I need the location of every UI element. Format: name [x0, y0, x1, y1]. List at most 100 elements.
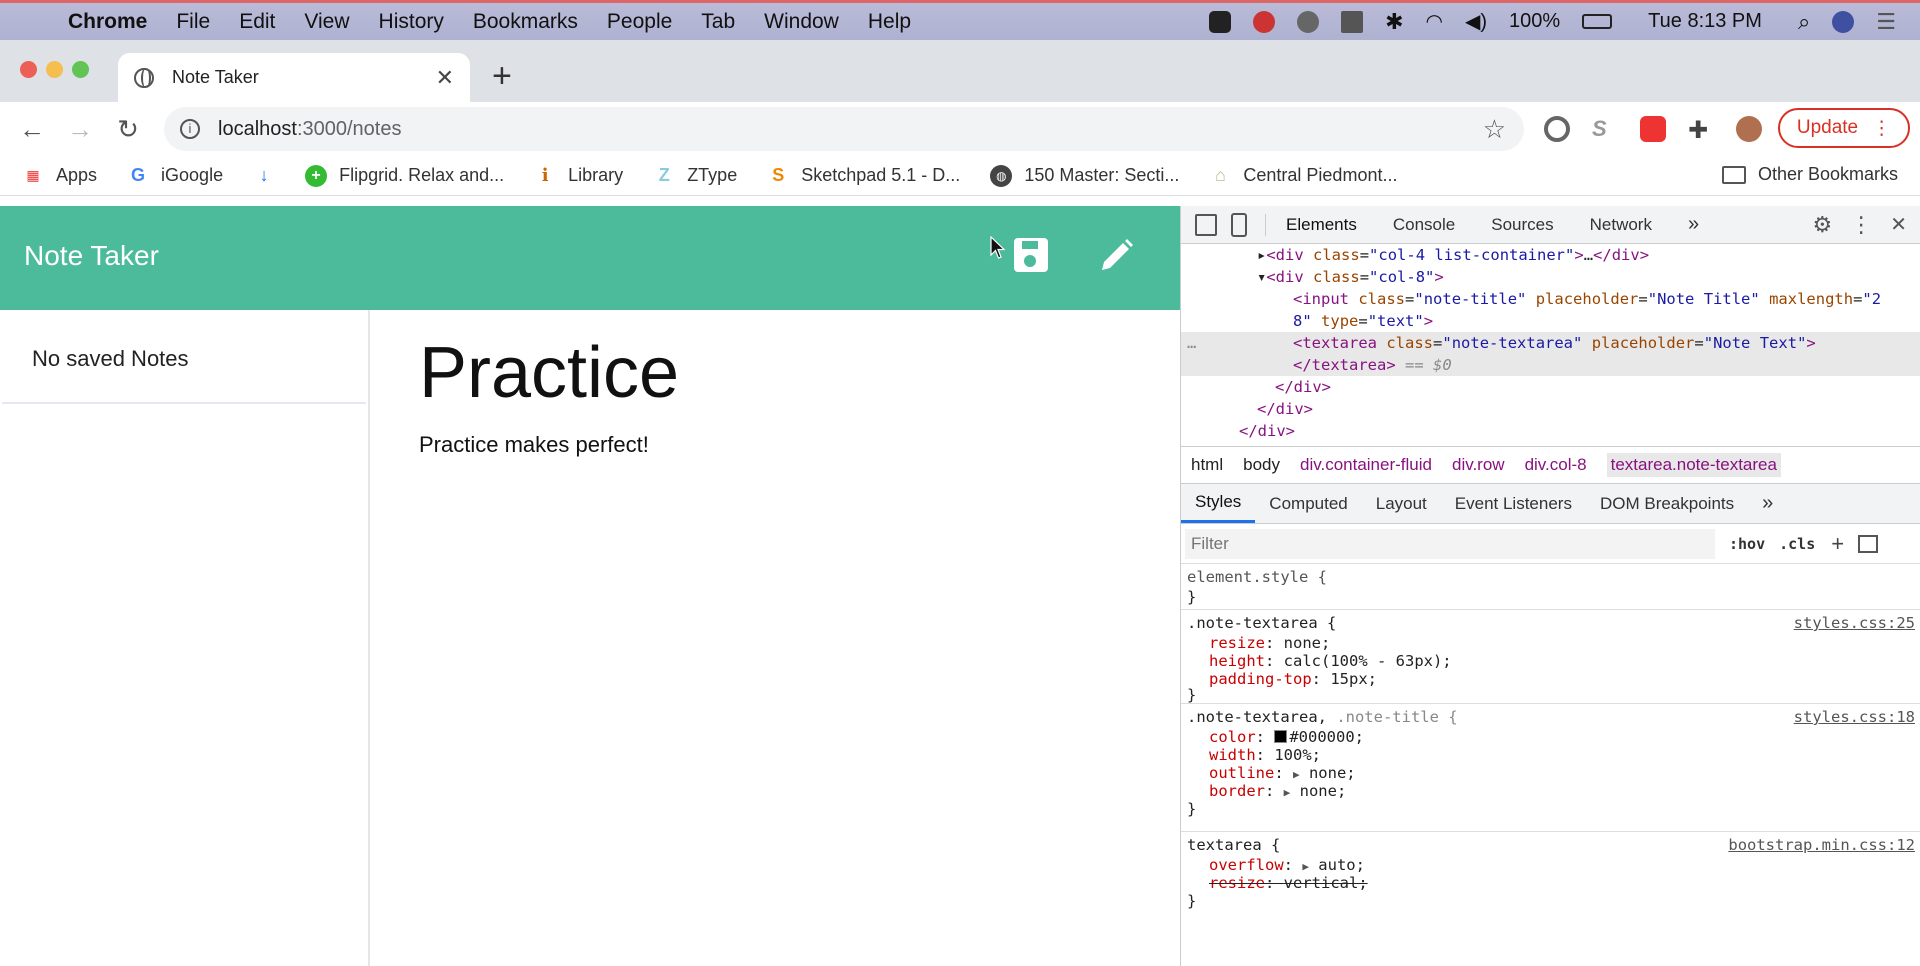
close-devtools-icon[interactable]: ✕: [1890, 212, 1907, 237]
address-bar[interactable]: i localhost:3000/notes ☆: [164, 107, 1524, 151]
crumb-textarea[interactable]: textarea.note-textarea: [1606, 453, 1781, 477]
rule-selector[interactable]: element.style {: [1187, 568, 1327, 586]
bookmark-central-piedmont[interactable]: ⌂ Central Piedmont...: [1209, 165, 1398, 187]
save-note-icon[interactable]: [1014, 238, 1048, 272]
menubar-clock[interactable]: Tue 8:13 PM: [1648, 10, 1762, 33]
sync-icon[interactable]: [1297, 10, 1320, 33]
bluetooth-icon[interactable]: ✱: [1385, 9, 1403, 35]
tab-console[interactable]: Console: [1393, 215, 1455, 235]
bookmark-igoogle[interactable]: G iGoogle: [127, 165, 223, 187]
subtab-dom-breakpoints[interactable]: DOM Breakpoints: [1586, 484, 1748, 523]
back-arrow-icon[interactable]: ←: [8, 114, 56, 145]
tab-sources[interactable]: Sources: [1491, 215, 1553, 235]
bookmark-apps[interactable]: ▦ Apps: [22, 165, 97, 187]
new-tab-plus-icon[interactable]: +: [492, 57, 512, 96]
menu-app-chrome[interactable]: Chrome: [68, 10, 147, 34]
menu-window[interactable]: Window: [764, 10, 839, 34]
dom-node-input[interactable]: <input class="note-title" placeholder="N…: [1293, 290, 1881, 308]
other-bookmarks[interactable]: Other Bookmarks: [1721, 164, 1898, 185]
menu-people[interactable]: People: [607, 10, 672, 34]
rule-selector[interactable]: .note-textarea, .note-title {: [1187, 708, 1458, 726]
style-declaration[interactable]: width: 100%;: [1209, 746, 1321, 764]
dom-node-textarea[interactable]: <textarea class="note-textarea" placehol…: [1293, 334, 1816, 352]
extension-red-icon[interactable]: [1640, 116, 1666, 142]
style-declaration[interactable]: border: ▶ none;: [1209, 782, 1346, 800]
airplay-icon[interactable]: [1341, 10, 1364, 33]
extensions-puzzle-icon[interactable]: ✚: [1688, 116, 1714, 144]
node-ellipsis-icon[interactable]: …: [1187, 334, 1196, 352]
style-declaration[interactable]: padding-top: 15px;: [1209, 670, 1377, 688]
crumb-html[interactable]: html: [1191, 455, 1223, 475]
dropbox-icon[interactable]: [1253, 10, 1276, 33]
reload-icon[interactable]: ↻: [104, 114, 152, 145]
style-declaration[interactable]: outline: ▶ none;: [1209, 764, 1356, 782]
crumb-col-8[interactable]: div.col-8: [1525, 455, 1587, 475]
crumb-row[interactable]: div.row: [1452, 455, 1505, 475]
devtools-menu-icon[interactable]: ⋮: [1850, 212, 1872, 238]
spotlight-search-icon[interactable]: ⌕: [1798, 9, 1810, 35]
styles-filter-input[interactable]: [1185, 528, 1715, 559]
rule-source-link[interactable]: styles.css:18: [1794, 708, 1915, 726]
bookmark-library[interactable]: i Library: [534, 165, 623, 187]
note-title-input[interactable]: Practice: [419, 332, 679, 414]
menu-file[interactable]: File: [176, 10, 210, 34]
menu-help[interactable]: Help: [868, 10, 911, 34]
volume-icon[interactable]: ◀): [1465, 9, 1487, 34]
note-textarea[interactable]: Practice makes perfect!: [419, 432, 649, 458]
window-close-button[interactable]: [20, 61, 37, 78]
zoom-icon[interactable]: [1209, 10, 1232, 33]
rule-source-link[interactable]: bootstrap.min.css:12: [1728, 836, 1915, 854]
cls-toggle-button[interactable]: .cls: [1779, 535, 1815, 553]
profile-avatar[interactable]: [1736, 116, 1762, 142]
new-note-pencil-icon[interactable]: [1096, 236, 1136, 276]
dom-node-col8[interactable]: ▾<div class="col-8">: [1257, 268, 1444, 286]
browser-tab-note-taker[interactable]: Note Taker ✕: [118, 53, 470, 102]
battery-icon[interactable]: [1582, 14, 1613, 29]
site-info-icon[interactable]: i: [180, 119, 200, 139]
crumb-body[interactable]: body: [1243, 455, 1280, 475]
device-toolbar-icon[interactable]: [1231, 212, 1247, 237]
more-subtabs-chevron-icon[interactable]: »: [1748, 484, 1787, 523]
bookmark-sketchpad[interactable]: S Sketchpad 5.1 - D...: [767, 165, 960, 187]
tab-elements[interactable]: Elements: [1286, 215, 1357, 235]
chrome-update-button[interactable]: Update ⋮: [1778, 108, 1910, 148]
menu-edit[interactable]: Edit: [239, 10, 275, 34]
rule-source-link[interactable]: styles.css:25: [1794, 614, 1915, 632]
extension-circle-icon[interactable]: [1544, 116, 1570, 142]
menu-history[interactable]: History: [379, 10, 444, 34]
tab-network[interactable]: Network: [1590, 215, 1652, 235]
window-zoom-button[interactable]: [72, 61, 89, 78]
app-brand[interactable]: Note Taker: [24, 240, 159, 272]
bookmark-flipgrid[interactable]: + Flipgrid. Relax and...: [305, 164, 504, 187]
extension-s-icon[interactable]: S: [1592, 116, 1618, 142]
subtab-event-listeners[interactable]: Event Listeners: [1441, 484, 1586, 523]
menu-view[interactable]: View: [304, 10, 349, 34]
subtab-styles[interactable]: Styles: [1181, 484, 1256, 523]
new-style-rule-plus-icon[interactable]: +: [1831, 531, 1844, 557]
rule-selector[interactable]: textarea {: [1187, 836, 1280, 854]
bookmark-download[interactable]: ↓: [253, 165, 287, 187]
bookmark-150-master[interactable]: ◍ 150 Master: Secti...: [990, 164, 1179, 187]
window-minimize-button[interactable]: [46, 61, 63, 78]
subtab-computed[interactable]: Computed: [1255, 484, 1361, 523]
menu-tab[interactable]: Tab: [701, 10, 735, 34]
bookmark-star-icon[interactable]: ☆: [1483, 114, 1506, 145]
siri-icon[interactable]: [1832, 10, 1855, 33]
tab-close-icon[interactable]: ✕: [436, 65, 454, 91]
style-declaration-overridden[interactable]: resize: vertical;: [1209, 874, 1368, 892]
toggle-sidebar-icon[interactable]: [1858, 534, 1879, 553]
crumb-container-fluid[interactable]: div.container-fluid: [1300, 455, 1432, 475]
subtab-layout[interactable]: Layout: [1362, 484, 1441, 523]
more-tabs-chevron-icon[interactable]: »: [1688, 213, 1699, 236]
rule-selector[interactable]: .note-textarea {: [1187, 614, 1336, 632]
menu-bookmarks[interactable]: Bookmarks: [473, 10, 578, 34]
hov-toggle-button[interactable]: :hov: [1729, 535, 1765, 553]
settings-gear-icon[interactable]: ⚙: [1813, 212, 1833, 238]
style-declaration[interactable]: color: #000000;: [1209, 728, 1364, 746]
style-declaration[interactable]: overflow: ▶ auto;: [1209, 856, 1365, 874]
bookmark-ztype[interactable]: Z ZType: [653, 165, 738, 187]
wifi-icon[interactable]: ◠: [1426, 9, 1443, 34]
notification-center-icon[interactable]: ☰: [1876, 9, 1896, 35]
dom-node-col4[interactable]: ▸<div class="col-4 list-container">…</di…: [1257, 246, 1649, 264]
style-declaration[interactable]: resize: none;: [1209, 634, 1330, 652]
